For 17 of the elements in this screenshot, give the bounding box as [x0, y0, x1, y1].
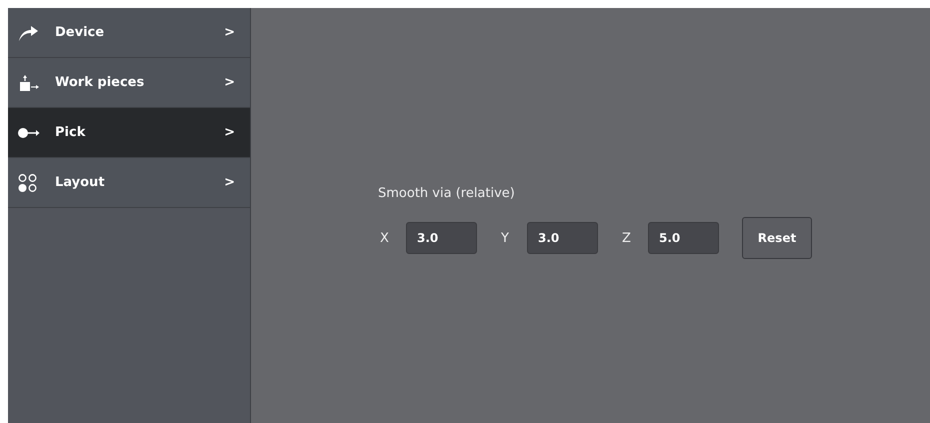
chevron-icon: >	[224, 175, 235, 190]
dots-icon	[18, 172, 38, 192]
chevron-icon: >	[224, 75, 235, 90]
input-field[interactable]: 3.0	[527, 222, 598, 254]
field-label: X	[379, 230, 390, 246]
reset-button[interactable]: Reset	[742, 217, 812, 259]
box-arrow-icon	[18, 74, 40, 90]
section-title: Smooth via (relative)	[378, 186, 516, 201]
input-field[interactable]: 3.0	[406, 222, 477, 254]
chevron-icon: >	[224, 125, 235, 140]
field-label: Y	[500, 230, 510, 246]
input-field[interactable]: 5.0	[648, 222, 719, 254]
chevron-icon: >	[224, 25, 235, 40]
dot-arrow-icon	[18, 126, 40, 138]
field-label: Z	[621, 230, 632, 246]
curved-arrow-icon	[18, 24, 38, 40]
sidebar-item[interactable]: Pick >	[8, 108, 250, 158]
